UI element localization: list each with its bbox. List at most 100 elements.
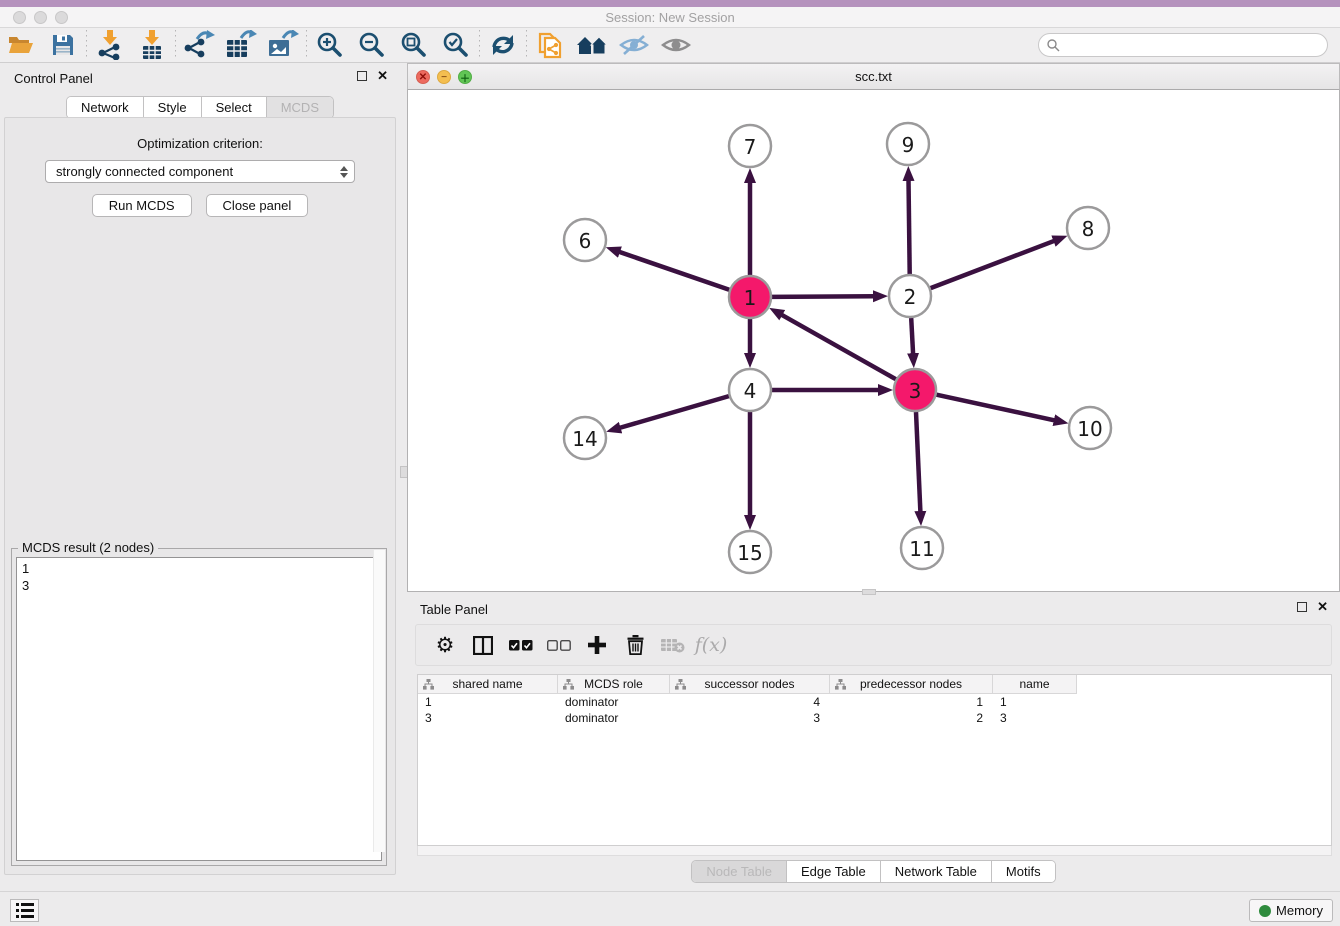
graph-node[interactable]: 7 bbox=[729, 125, 771, 167]
network-window-titlebar[interactable]: ✕ − ＋ scc.txt bbox=[407, 63, 1340, 90]
tab-style[interactable]: Style bbox=[144, 97, 202, 118]
plus-icon bbox=[588, 636, 606, 654]
graph-node[interactable]: 6 bbox=[564, 219, 606, 261]
graph-edge[interactable] bbox=[916, 412, 920, 512]
column-header[interactable]: predecessor nodes bbox=[830, 675, 993, 694]
table-body: 1dominator4113dominator323 bbox=[418, 694, 1331, 726]
close-table-panel-icon[interactable]: ✕ bbox=[1317, 602, 1328, 612]
task-history-button[interactable] bbox=[10, 899, 39, 922]
tab-edge-table[interactable]: Edge Table bbox=[787, 861, 881, 882]
clone-network-icon bbox=[536, 30, 564, 60]
graph-node[interactable]: 2 bbox=[889, 275, 931, 317]
graph-node[interactable]: 4 bbox=[729, 369, 771, 411]
apply-layout-button[interactable] bbox=[482, 29, 524, 61]
deselect-all-rows-button[interactable] bbox=[540, 628, 578, 662]
graph-edge[interactable] bbox=[620, 396, 729, 428]
delete-column-button[interactable] bbox=[616, 628, 654, 662]
zoom-fit-button[interactable] bbox=[393, 29, 435, 61]
tab-motifs[interactable]: Motifs bbox=[992, 861, 1055, 882]
mcds-result-text[interactable]: 1 3 bbox=[16, 557, 382, 861]
graph-node[interactable]: 15 bbox=[729, 531, 771, 573]
graph-edge[interactable] bbox=[619, 252, 729, 290]
column-header[interactable]: MCDS role bbox=[558, 675, 670, 694]
open-folder-icon bbox=[8, 34, 34, 56]
graph-node[interactable]: 1 bbox=[729, 276, 771, 318]
graph-edge[interactable] bbox=[911, 318, 913, 354]
run-mcds-button[interactable]: Run MCDS bbox=[92, 194, 192, 217]
delete-table-button[interactable] bbox=[654, 628, 692, 662]
unchecked-boxes-icon bbox=[547, 640, 571, 651]
table-cell[interactable]: 1 bbox=[830, 694, 993, 710]
table-cell[interactable]: 3 bbox=[670, 710, 830, 726]
table-cell[interactable]: 4 bbox=[670, 694, 830, 710]
table-row[interactable]: 1dominator411 bbox=[418, 694, 1331, 710]
zoom-selected-button[interactable] bbox=[435, 29, 477, 61]
node-label: 1 bbox=[744, 286, 757, 310]
column-layout-button[interactable] bbox=[464, 628, 502, 662]
table-row[interactable]: 3dominator323 bbox=[418, 710, 1331, 726]
node-label: 4 bbox=[744, 379, 757, 403]
zoom-out-button[interactable] bbox=[351, 29, 393, 61]
zoom-in-button[interactable] bbox=[309, 29, 351, 61]
search-input[interactable] bbox=[1065, 38, 1315, 52]
horizontal-divider-grip[interactable] bbox=[862, 589, 876, 595]
open-file-button[interactable] bbox=[0, 29, 42, 61]
import-table-button[interactable] bbox=[131, 29, 173, 61]
delete-table-icon bbox=[661, 637, 685, 653]
column-header[interactable]: successor nodes bbox=[670, 675, 830, 694]
function-builder-button[interactable]: f(x) bbox=[692, 628, 730, 662]
graph-edge[interactable] bbox=[772, 296, 874, 297]
tab-network[interactable]: Network bbox=[67, 97, 144, 118]
float-panel-icon[interactable] bbox=[357, 71, 367, 81]
node-label: 7 bbox=[744, 135, 757, 159]
table-cell[interactable]: 3 bbox=[418, 710, 558, 726]
table-cell[interactable]: dominator bbox=[558, 710, 670, 726]
close-panel-button[interactable]: Close panel bbox=[206, 194, 309, 217]
tab-node-table[interactable]: Node Table bbox=[692, 861, 787, 882]
import-network-button[interactable] bbox=[89, 29, 131, 61]
add-column-button[interactable] bbox=[578, 628, 616, 662]
table-cell[interactable]: 3 bbox=[993, 710, 1077, 726]
graph-node[interactable]: 14 bbox=[564, 417, 606, 459]
node-label: 10 bbox=[1077, 417, 1102, 441]
save-floppy-icon bbox=[52, 34, 74, 56]
search-field[interactable] bbox=[1038, 33, 1328, 57]
result-scrollbar[interactable] bbox=[373, 550, 385, 852]
desktop-background-strip bbox=[0, 0, 1340, 7]
close-panel-icon[interactable]: ✕ bbox=[377, 71, 388, 81]
export-image-button[interactable] bbox=[262, 29, 304, 61]
memory-button[interactable]: Memory bbox=[1249, 899, 1333, 922]
show-panels-button[interactable] bbox=[655, 29, 697, 61]
graph-node[interactable]: 10 bbox=[1069, 407, 1111, 449]
graph-node[interactable]: 8 bbox=[1067, 207, 1109, 249]
graph-edge[interactable] bbox=[931, 241, 1055, 288]
table-cell[interactable]: 1 bbox=[418, 694, 558, 710]
network-graph[interactable]: 7 9 6 8 1 2 4 3 14 10 15 11 bbox=[408, 90, 1339, 590]
home-view-button[interactable] bbox=[571, 29, 613, 61]
clone-network-button[interactable] bbox=[529, 29, 571, 61]
graph-node[interactable]: 3 bbox=[894, 369, 936, 411]
graph-edge[interactable] bbox=[937, 395, 1055, 421]
table-settings-button[interactable]: ⚙ bbox=[426, 628, 464, 662]
column-header[interactable]: name bbox=[993, 675, 1077, 694]
graph-node[interactable]: 11 bbox=[901, 527, 943, 569]
tab-select[interactable]: Select bbox=[202, 97, 267, 118]
graph-node[interactable]: 9 bbox=[887, 123, 929, 165]
select-all-rows-button[interactable] bbox=[502, 628, 540, 662]
table-horizontal-scrollbar[interactable] bbox=[417, 846, 1332, 856]
tab-mcds[interactable]: MCDS bbox=[267, 97, 333, 118]
column-header[interactable]: shared name bbox=[418, 675, 558, 694]
optimization-criterion-select[interactable]: strongly connected component bbox=[45, 160, 355, 183]
graph-edge[interactable] bbox=[909, 180, 910, 274]
tab-network-table[interactable]: Network Table bbox=[881, 861, 992, 882]
graph-edge[interactable] bbox=[781, 315, 895, 380]
save-session-button[interactable] bbox=[42, 29, 84, 61]
table-cell[interactable]: dominator bbox=[558, 694, 670, 710]
hide-panels-button[interactable] bbox=[613, 29, 655, 61]
export-network-button[interactable] bbox=[178, 29, 220, 61]
table-cell[interactable]: 2 bbox=[830, 710, 993, 726]
export-table-button[interactable] bbox=[220, 29, 262, 61]
float-table-panel-icon[interactable] bbox=[1297, 602, 1307, 612]
network-canvas[interactable]: 7 9 6 8 1 2 4 3 14 10 15 11 bbox=[407, 90, 1340, 592]
table-cell[interactable]: 1 bbox=[993, 694, 1077, 710]
